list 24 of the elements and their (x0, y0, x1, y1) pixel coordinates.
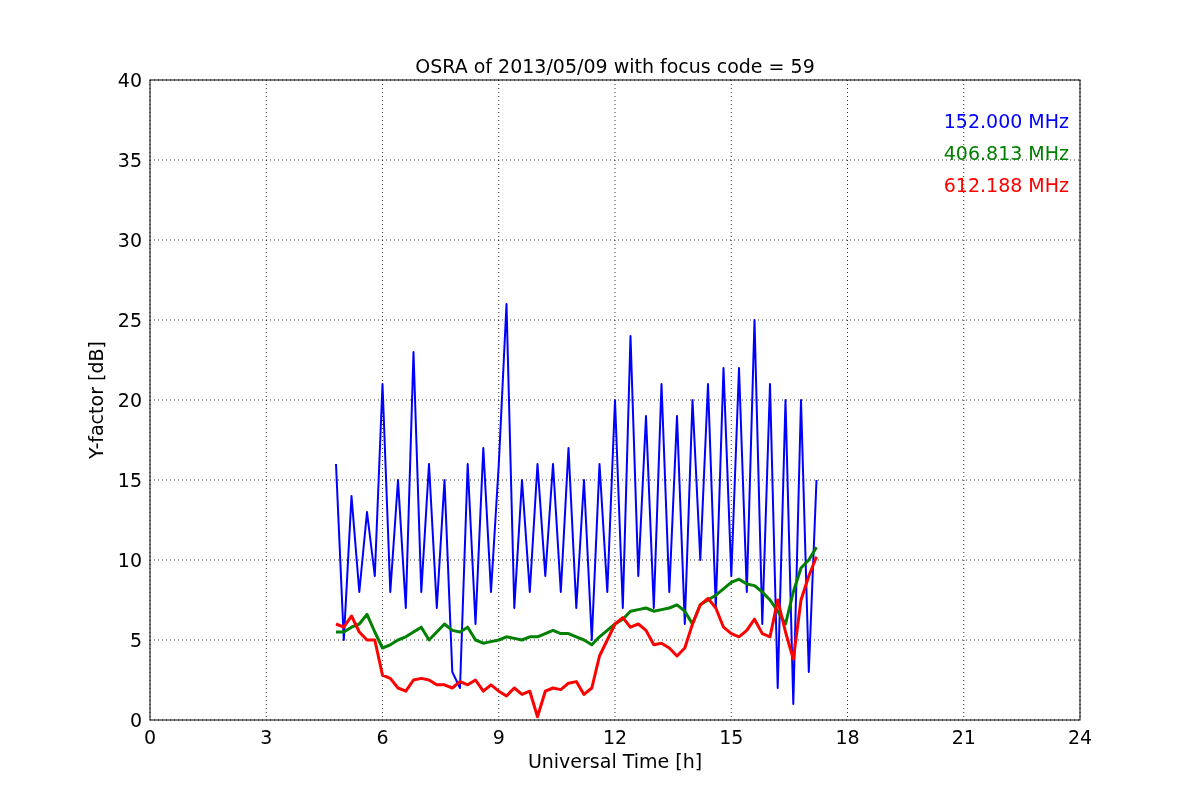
y-tick-label: 0 (129, 709, 142, 731)
y-tick-label: 5 (129, 629, 142, 651)
x-axis-label: Universal Time [h] (527, 750, 703, 772)
x-tick-label: 21 (951, 726, 976, 748)
y-tick-label: 20 (117, 389, 142, 411)
y-tick-label: 40 (117, 69, 142, 91)
legend-label: 406.813 MHz (943, 142, 1069, 164)
x-tick-label: 6 (376, 726, 389, 748)
y-tick-label: 25 (117, 309, 142, 331)
chart-title: OSRA of 2013/05/09 with focus code = 59 (415, 55, 815, 77)
x-tick-label: 24 (1067, 726, 1093, 748)
y-tick-label: 10 (117, 549, 142, 571)
x-tick-label: 3 (260, 726, 273, 748)
x-tick-label: 15 (719, 726, 744, 748)
legend-label: 612.188 MHz (943, 174, 1069, 196)
x-tick-label: 9 (492, 726, 505, 748)
legend-label: 152.000 MHz (943, 110, 1069, 132)
y-tick-label: 30 (117, 229, 142, 251)
x-tick-label: 0 (143, 726, 157, 748)
y-axis-label: Y-factor [dB] (85, 341, 107, 459)
y-tick-label: 15 (117, 469, 142, 491)
x-tick-label: 12 (602, 726, 628, 748)
y-tick-label: 35 (117, 149, 142, 171)
x-tick-label: 18 (835, 726, 860, 748)
